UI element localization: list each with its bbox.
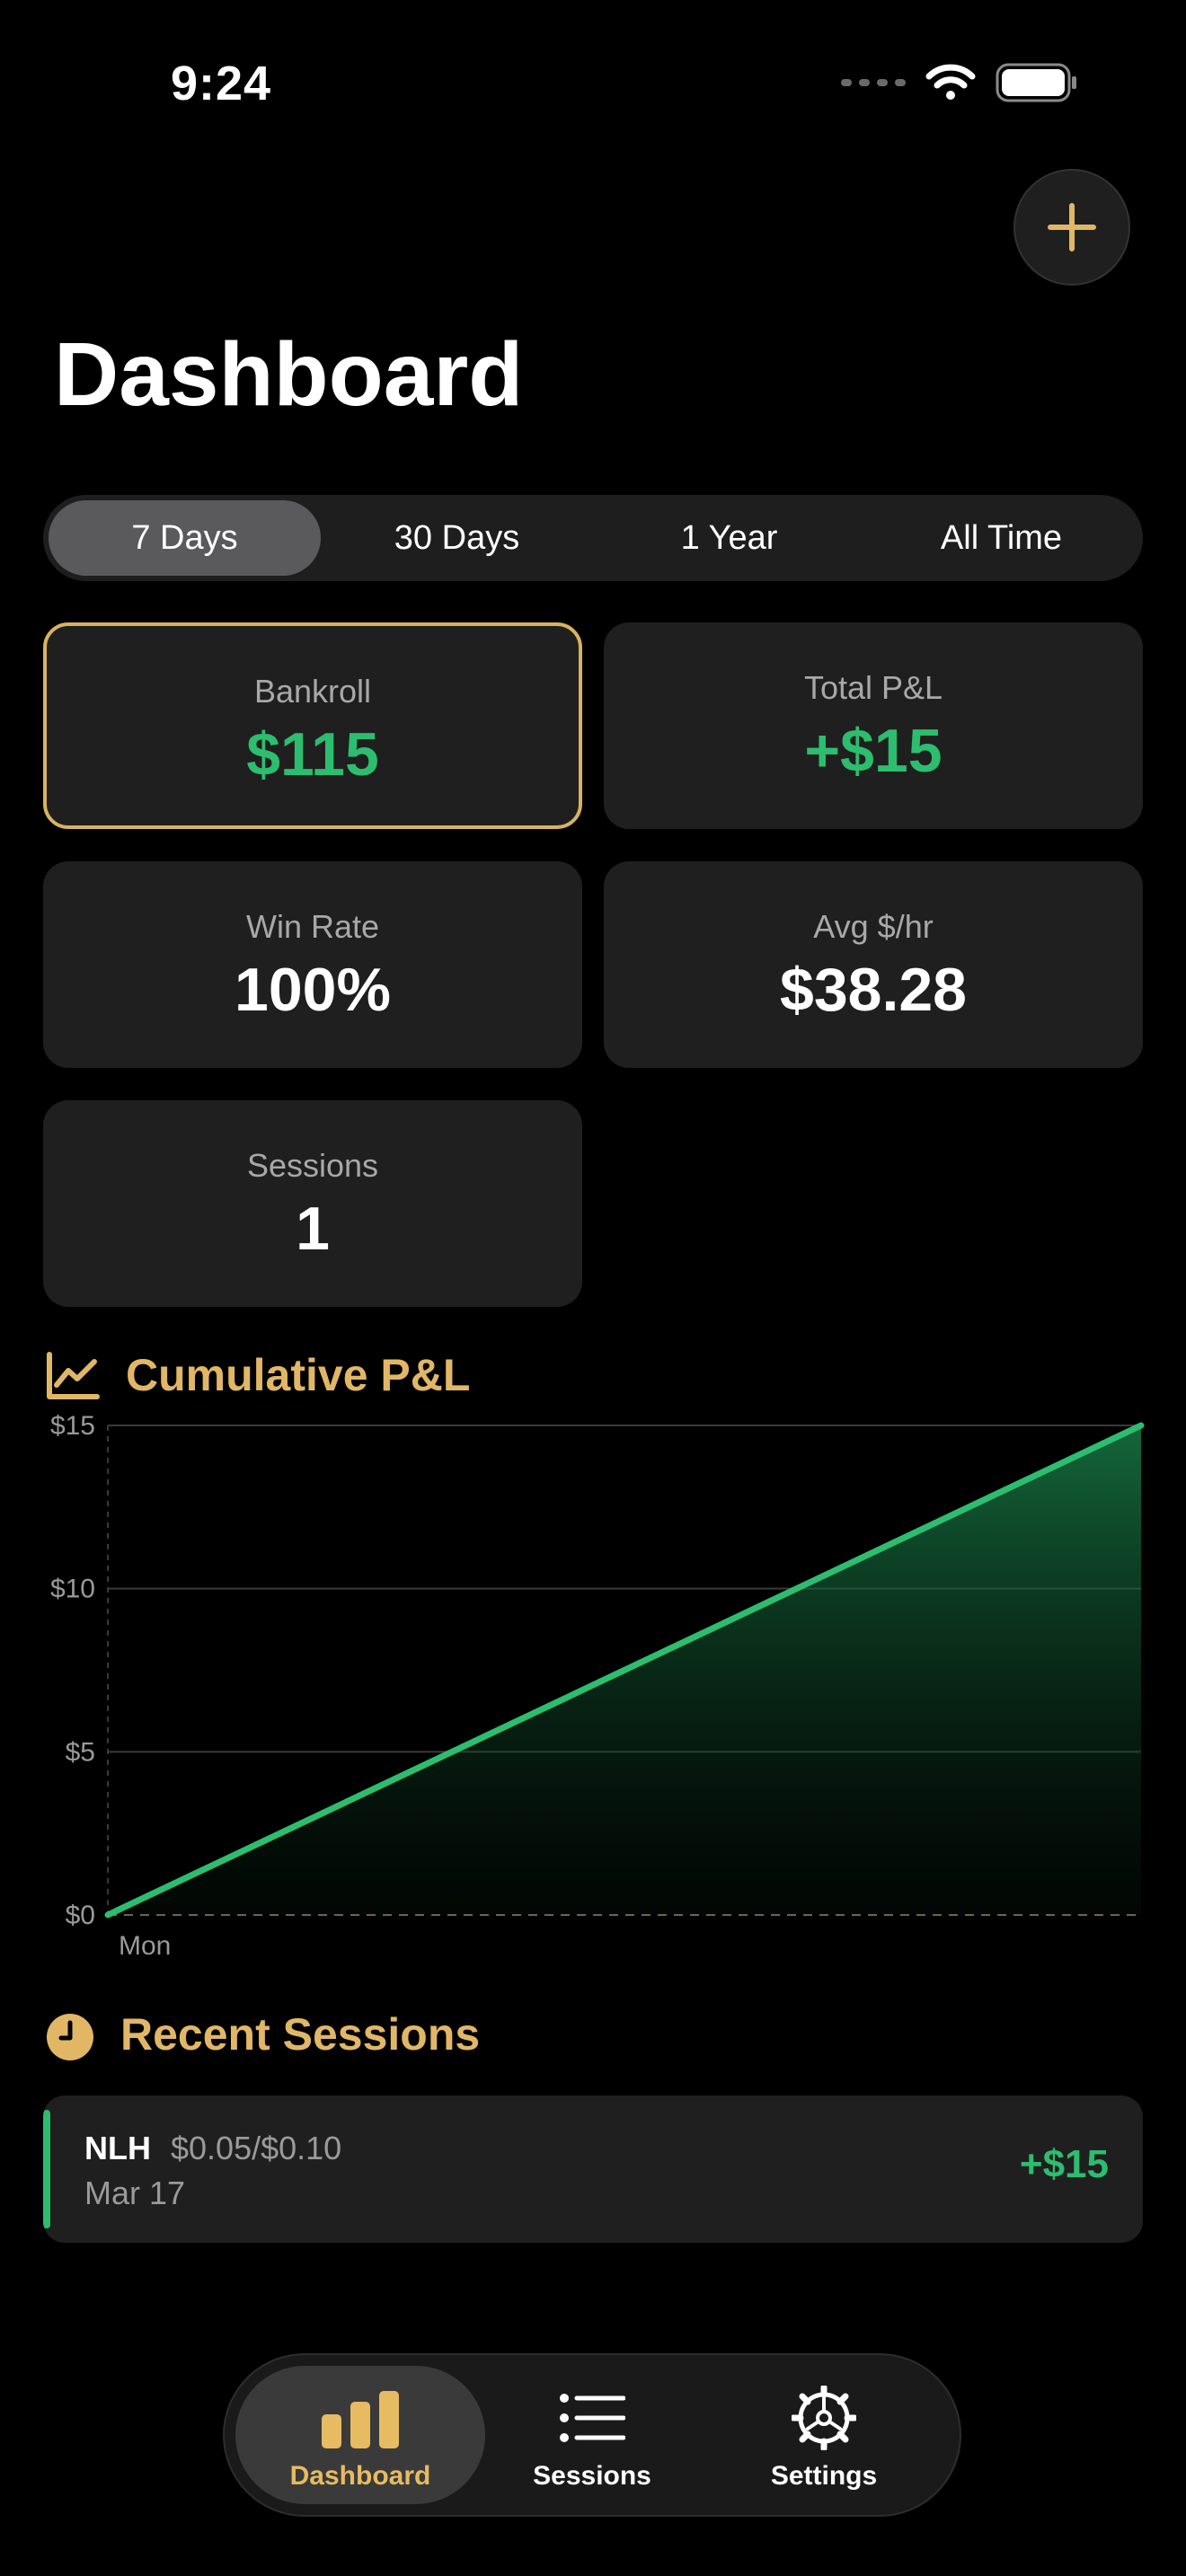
chart-x-tick-label: Mon: [119, 1931, 171, 1961]
range-all-time[interactable]: All Time: [865, 500, 1137, 576]
plus-icon: [1048, 203, 1096, 251]
chart-y-tick-label: $10: [50, 1575, 95, 1604]
battery-icon: [996, 63, 1076, 102]
chart-y-tick-label: $15: [50, 1411, 95, 1441]
tab-sessions-label: Sessions: [533, 2461, 651, 2491]
total-pl-value: +$15: [804, 717, 943, 785]
add-session-button[interactable]: [1013, 169, 1130, 286]
chart-y-tick-label: $0: [66, 1901, 95, 1930]
session-date: Mar 17: [84, 2175, 186, 2211]
range-1-year[interactable]: 1 Year: [593, 500, 865, 576]
chart-y-tick-label: $5: [66, 1737, 95, 1767]
clock-icon: [47, 2014, 93, 2060]
cumulative-pl-chart: $0 $5 $10 $15 Mon: [50, 1411, 1145, 1961]
win-rate-card[interactable]: Win Rate 100%: [43, 861, 582, 1068]
cumulative-pl-title: Cumulative P&L: [126, 1350, 471, 1400]
gear-icon: [792, 2386, 856, 2450]
line-chart-icon: [47, 1352, 100, 1399]
time-range-selector: 7 Days 30 Days 1 Year All Time: [43, 495, 1143, 581]
tab-settings[interactable]: Settings: [699, 2366, 949, 2504]
range-30-days[interactable]: 30 Days: [321, 500, 593, 576]
avg-hourly-label: Avg $/hr: [813, 908, 934, 945]
status-time: 9:24: [171, 57, 272, 110]
cellular-signal-icon: [841, 79, 906, 86]
win-rate-value: 100%: [235, 956, 391, 1024]
wifi-icon: [925, 64, 976, 100]
tab-dashboard[interactable]: Dashboard: [235, 2366, 485, 2504]
sessions-value: 1: [296, 1195, 330, 1263]
range-7-days[interactable]: 7 Days: [49, 500, 321, 576]
tab-dashboard-label: Dashboard: [289, 2461, 431, 2491]
session-stakes: $0.05/$0.10: [171, 2130, 342, 2166]
list-icon: [560, 2394, 625, 2442]
tab-sessions[interactable]: Sessions: [467, 2366, 717, 2504]
avg-hourly-card[interactable]: Avg $/hr $38.28: [604, 861, 1143, 1068]
session-amount: +$15: [1019, 2142, 1109, 2186]
tab-settings-label: Settings: [770, 2461, 878, 2491]
bankroll-value: $115: [246, 720, 379, 789]
status-icons: [841, 63, 1078, 102]
win-rate-label: Win Rate: [245, 908, 380, 945]
bankroll-card[interactable]: Bankroll $115: [43, 622, 582, 829]
session-game: NLH: [84, 2130, 151, 2166]
total-pl-label: Total P&L: [803, 669, 943, 706]
sessions-card[interactable]: Sessions 1: [43, 1100, 582, 1307]
sessions-label: Sessions: [246, 1147, 379, 1184]
session-status-accent: [43, 2110, 50, 2228]
session-row[interactable]: NLH $0.05/$0.10 Mar 17 +$15: [43, 2095, 1143, 2243]
avg-hourly-value: $38.28: [780, 956, 967, 1024]
bar-chart-icon: [322, 2391, 399, 2448]
page-title: Dashboard: [54, 324, 524, 425]
tab-bar: Dashboard Sessions Settings: [223, 2353, 961, 2517]
total-pl-card[interactable]: Total P&L +$15: [604, 622, 1143, 829]
recent-sessions-title: Recent Sessions: [120, 2009, 481, 2060]
bankroll-label: Bankroll: [253, 673, 372, 710]
